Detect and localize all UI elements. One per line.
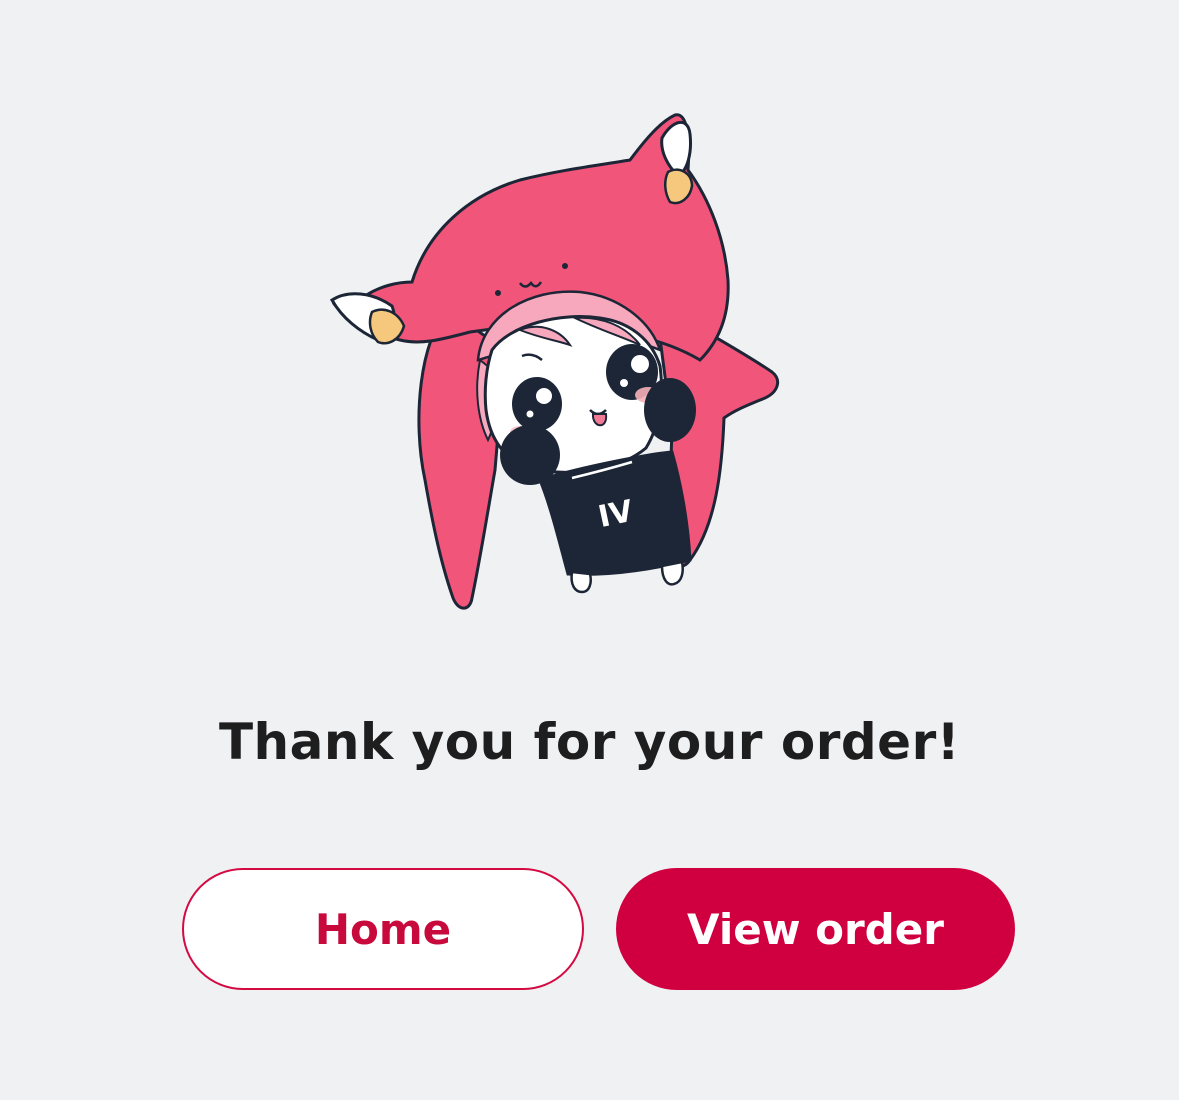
view-order-button[interactable]: View order	[616, 868, 1015, 990]
home-button[interactable]: Home	[182, 868, 584, 990]
page-title: Thank you for your order!	[218, 713, 961, 771]
mascot-illustration: IV	[329, 113, 780, 610]
